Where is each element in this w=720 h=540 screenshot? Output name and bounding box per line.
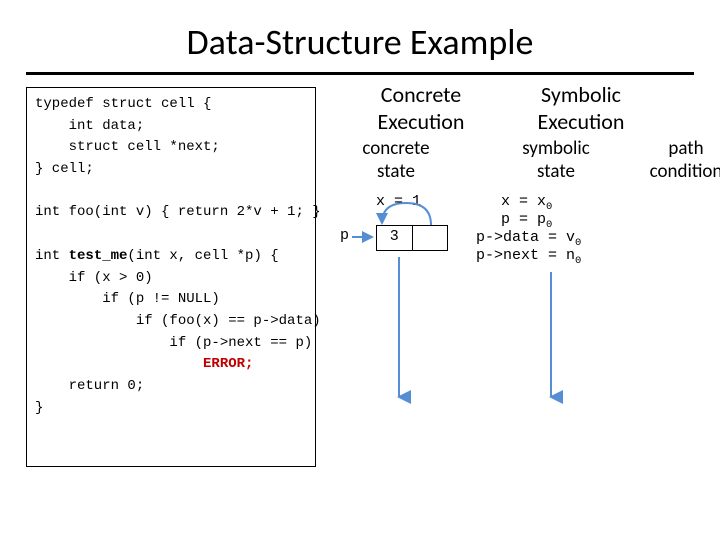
concrete-sub: concrete state bbox=[336, 137, 456, 183]
slide-title: Data-Structure Example bbox=[26, 20, 694, 64]
concrete-header: Concrete Execution bbox=[346, 81, 496, 135]
down-arrow-icon bbox=[392, 257, 406, 407]
code-fn-name: test_me bbox=[69, 248, 128, 264]
code-line: return 0; bbox=[35, 378, 144, 394]
title-divider bbox=[26, 72, 694, 75]
sym-line-3: p->data = v0 bbox=[476, 229, 581, 249]
code-line: if (x > 0) bbox=[35, 270, 153, 286]
code-line: int bbox=[35, 248, 69, 264]
code-line: (int x, cell *p) { bbox=[127, 248, 278, 264]
symbolic-header: Symbolic Execution bbox=[506, 81, 656, 135]
code-error-line: ERROR; bbox=[35, 356, 253, 372]
code-line: } cell; bbox=[35, 161, 94, 177]
symbolic-sub: symbolic state bbox=[496, 137, 616, 183]
sym-line-1: x = x0 bbox=[501, 193, 552, 213]
code-line: if (foo(x) == p->data) bbox=[35, 313, 321, 329]
code-line: int foo(int v) { return 2*v + 1; } bbox=[35, 204, 321, 220]
p-label: p bbox=[340, 227, 349, 244]
down-arrow-icon bbox=[544, 272, 558, 407]
path-condition-header: path condition bbox=[626, 137, 720, 183]
execution-columns: Concrete Execution Symbolic Execution co… bbox=[326, 87, 694, 467]
code-line: int data; bbox=[35, 118, 144, 134]
code-line: struct cell *next; bbox=[35, 139, 220, 155]
code-line: } bbox=[35, 400, 43, 416]
self-loop-arrow-icon bbox=[376, 199, 466, 233]
code-listing: typedef struct cell { int data; struct c… bbox=[26, 87, 316, 467]
pointer-arrow-icon bbox=[350, 219, 376, 243]
code-line: typedef struct cell { bbox=[35, 96, 211, 112]
sym-line-2: p = p0 bbox=[501, 211, 552, 231]
sym-line-4: p->next = n0 bbox=[476, 247, 581, 267]
code-line: if (p != NULL) bbox=[35, 291, 220, 307]
code-line: if (p->next == p) bbox=[35, 335, 312, 351]
